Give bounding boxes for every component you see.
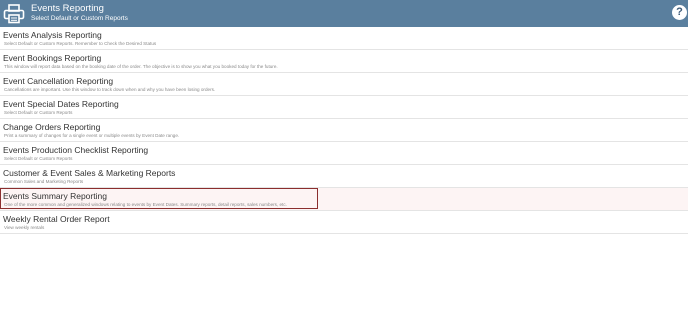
help-icon[interactable]: ?	[672, 5, 687, 20]
report-description: One of the more common and generalized w…	[4, 202, 287, 207]
report-item-change-orders[interactable]: Change Orders Reporting Print a summary …	[0, 119, 688, 142]
report-item-production-checklist[interactable]: Events Production Checklist Reporting Se…	[0, 142, 688, 165]
report-item-weekly-rental[interactable]: Weekly Rental Order Report View weekly r…	[0, 211, 688, 234]
report-item-event-special-dates[interactable]: Event Special Dates Reporting Select Def…	[0, 96, 688, 119]
report-description: View weekly rentals	[4, 225, 45, 230]
report-title: Event Cancellation Reporting	[3, 76, 114, 86]
report-title: Events Analysis Reporting	[3, 30, 102, 40]
report-title: Events Summary Reporting	[3, 191, 107, 201]
report-description: Print a summary of changes for a single …	[4, 133, 180, 138]
report-description: Select Default or Custom Reports	[4, 156, 73, 161]
report-list: Events Analysis Reporting Select Default…	[0, 27, 688, 234]
report-item-events-summary[interactable]: Events Summary Reporting One of the more…	[0, 188, 688, 211]
page-header: Events Reporting Select Default or Custo…	[0, 0, 688, 27]
page-title: Events Reporting	[31, 3, 104, 14]
report-item-event-cancellation[interactable]: Event Cancellation Reporting Cancellatio…	[0, 73, 688, 96]
report-item-events-analysis[interactable]: Events Analysis Reporting Select Default…	[0, 27, 688, 50]
report-description: Select Default or Custom Reports. Rememb…	[4, 41, 157, 46]
page-subtitle: Select Default or Custom Reports	[31, 15, 128, 22]
report-item-event-bookings[interactable]: Event Bookings Reporting This window wil…	[0, 50, 688, 73]
report-item-sales-marketing[interactable]: Customer & Event Sales & Marketing Repor…	[0, 165, 688, 188]
report-title: Event Special Dates Reporting	[3, 99, 119, 109]
report-title: Events Production Checklist Reporting	[3, 145, 149, 155]
report-title: Customer & Event Sales & Marketing Repor…	[3, 168, 176, 178]
printer-icon	[3, 4, 25, 24]
report-title: Change Orders Reporting	[3, 122, 101, 132]
report-description: Common Sales and Marketing Reports	[4, 179, 84, 184]
report-description: Cancellations are important. Use this wi…	[4, 87, 216, 92]
report-title: Event Bookings Reporting	[3, 53, 102, 63]
report-description: Select Default or Custom Reports	[4, 110, 73, 115]
report-title: Weekly Rental Order Report	[3, 214, 110, 224]
report-description: This window will report data based on th…	[4, 64, 278, 69]
